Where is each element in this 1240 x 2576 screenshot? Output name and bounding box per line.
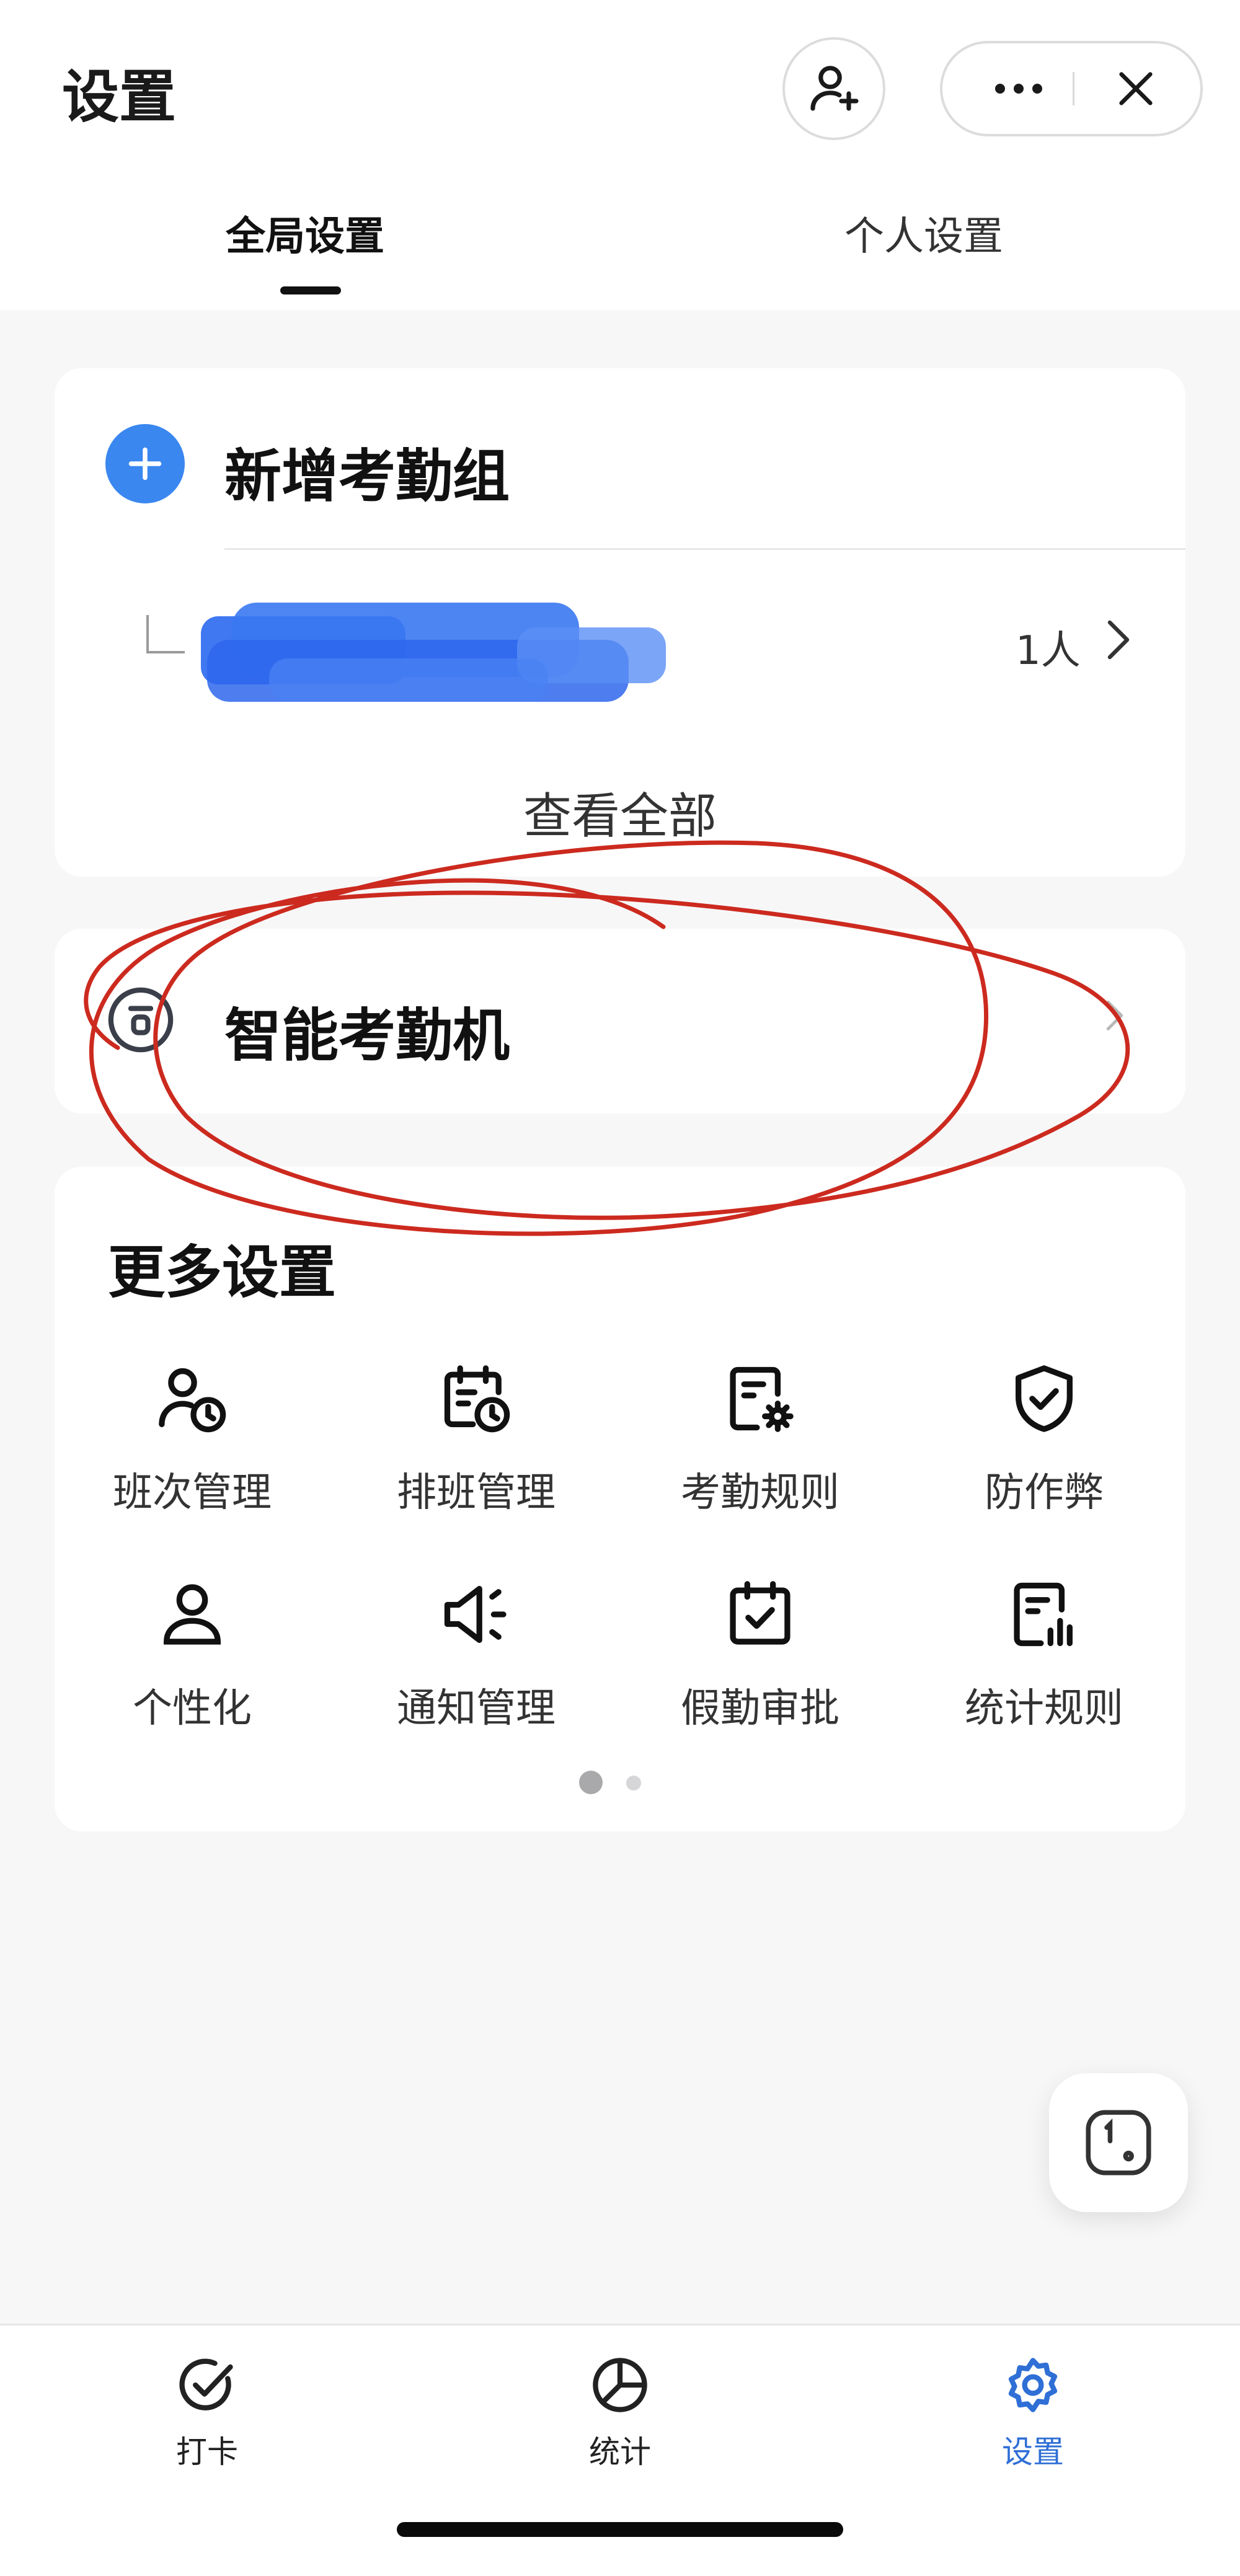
chevron-right-icon[interactable]	[1102, 617, 1135, 662]
leave-approval-icon	[730, 1581, 790, 1645]
check-in-icon	[179, 2358, 233, 2410]
attendance-rules-item[interactable]: 考勤规则	[649, 1360, 872, 1559]
leave-approval-label: 假勤审批	[681, 1686, 839, 1732]
tabbar-item-check-in[interactable]: 打卡	[114, 2354, 300, 2490]
divider	[224, 548, 1185, 550]
tabbar-label-settings: 设置	[1002, 2434, 1064, 2470]
page-dot-active[interactable]	[579, 1771, 603, 1794]
add-group-button-icon[interactable]	[105, 424, 185, 503]
close-icon	[1119, 72, 1153, 105]
redaction-scribble	[201, 603, 666, 702]
home-indicator	[397, 2522, 843, 2537]
tab-global-settings[interactable]: 全局设置	[226, 205, 384, 262]
notification-management-item[interactable]: 通知管理	[365, 1576, 588, 1774]
tab-personal-settings[interactable]: 个人设置	[844, 205, 1003, 262]
shift-management-label: 班次管理	[113, 1470, 272, 1516]
schedule-management-label: 排班管理	[397, 1470, 556, 1516]
device-icon	[108, 987, 174, 1053]
more-button[interactable]	[972, 43, 1065, 134]
page-dot[interactable]	[626, 1776, 641, 1790]
statistics-rules-item[interactable]: 统计规则	[932, 1576, 1156, 1774]
add-attendance-group-button[interactable]: 新增考勤组	[224, 430, 510, 513]
view-all-link[interactable]: 查看全部	[55, 777, 1185, 847]
bottom-tab-bar: 打卡 统计 设置	[0, 2324, 1240, 2576]
settings-icon	[1008, 2358, 1058, 2412]
personalization-item[interactable]: 个性化	[81, 1576, 304, 1774]
close-button[interactable]	[1086, 43, 1185, 134]
more-icon	[995, 84, 1042, 94]
tabbar-item-settings[interactable]: 设置	[940, 2354, 1126, 2490]
group-member-count: 1人	[1016, 628, 1081, 674]
personalization-label: 个性化	[133, 1686, 252, 1732]
smart-attendance-device-row[interactable]: 智能考勤机	[55, 929, 1185, 1113]
anti-cheat-item[interactable]: 防作弊	[932, 1360, 1156, 1559]
chevron-right-icon	[1106, 1001, 1123, 1031]
floating-action-button[interactable]	[1049, 2073, 1188, 2212]
more-settings-title: 更多设置	[108, 1239, 337, 1306]
tab-indicator	[280, 286, 341, 294]
anti-cheat-label: 防作弊	[985, 1470, 1104, 1516]
more-settings-card: 更多设置 班次管理 排班管理 考勤规则 防作弊 个性化 通知管理 假勤审批 统计…	[55, 1167, 1185, 1831]
clock-in-device-icon	[1086, 2110, 1151, 2175]
page-title: 设置	[62, 64, 177, 130]
attendance-rules-label: 考勤规则	[681, 1470, 839, 1516]
personalization-icon	[164, 1584, 221, 1645]
tabbar-item-statistics[interactable]: 统计	[527, 2354, 713, 2490]
notification-management-icon	[444, 1586, 507, 1643]
statistics-rules-label: 统计规则	[965, 1686, 1123, 1732]
attendance-rules-icon	[730, 1366, 794, 1432]
smart-attendance-device-label: 智能考勤机	[224, 1003, 510, 1069]
shift-management-item[interactable]: 班次管理	[81, 1360, 304, 1559]
tabbar-label-statistics: 统计	[589, 2434, 651, 2470]
capsule-divider	[1073, 72, 1074, 105]
anti-cheat-icon	[1016, 1365, 1073, 1432]
attendance-groups-card: 新增考勤组 1人 查看全部	[55, 368, 1185, 877]
plus-icon	[128, 447, 162, 480]
shift-management-icon	[159, 1368, 226, 1433]
schedule-management-icon	[444, 1365, 510, 1433]
statistics-icon	[593, 2358, 647, 2412]
schedule-management-item[interactable]: 排班管理	[365, 1360, 588, 1559]
header: 设置 全局设置 个人设置	[0, 0, 1240, 310]
statistics-rules-icon	[1014, 1582, 1073, 1647]
tree-branch-icon	[146, 615, 185, 653]
notification-management-label: 通知管理	[397, 1686, 556, 1732]
mini-program-capsule	[940, 41, 1203, 136]
add-user-button[interactable]	[782, 37, 885, 140]
add-user-icon	[810, 66, 859, 111]
tabbar-label-check-in: 打卡	[176, 2434, 238, 2470]
leave-approval-item[interactable]: 假勤审批	[649, 1576, 872, 1774]
